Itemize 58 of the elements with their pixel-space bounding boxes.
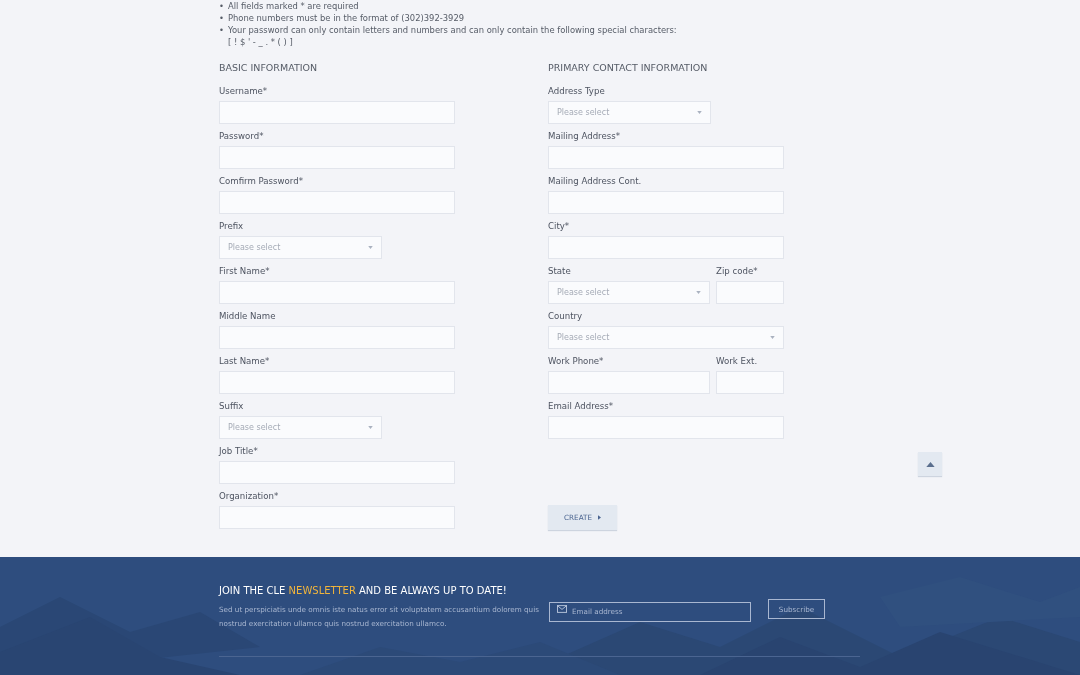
note-text: Phone numbers must be in the format of (302)392-3929 xyxy=(227,12,465,24)
caret-down-icon xyxy=(770,336,775,339)
field-label: Username* xyxy=(219,85,269,98)
section-heading: BASIC INFORMATION xyxy=(219,61,319,75)
field-label: City* xyxy=(548,220,571,233)
input-field[interactable] xyxy=(219,326,455,349)
field-label: Organization* xyxy=(219,490,280,503)
input-field[interactable] xyxy=(219,101,455,124)
bullet: • xyxy=(219,24,224,36)
bullet: • xyxy=(219,0,224,12)
select-field[interactable]: Please select xyxy=(219,236,382,259)
field-label: State xyxy=(548,265,572,278)
caret-up-icon xyxy=(925,461,935,467)
field-label: Last Name* xyxy=(219,355,271,368)
field-label: Middle Name xyxy=(219,310,277,323)
field-label: Country xyxy=(548,310,584,323)
caret-down-icon xyxy=(368,246,373,249)
envelope-icon xyxy=(557,605,567,613)
input-field[interactable] xyxy=(219,146,455,169)
input-field[interactable] xyxy=(219,281,455,304)
field-label: Work Phone* xyxy=(548,355,605,368)
select-field[interactable]: Please select xyxy=(548,281,710,304)
field-label: Job Title* xyxy=(219,445,259,458)
field-label: Mailing Address Cont. xyxy=(548,175,643,188)
input-field[interactable] xyxy=(716,371,784,394)
input-field[interactable] xyxy=(548,236,784,259)
select-field[interactable]: Please select xyxy=(548,326,784,349)
select-field[interactable]: Please select xyxy=(548,101,711,124)
caret-right-icon xyxy=(597,515,601,520)
input-field[interactable] xyxy=(219,461,455,484)
field-label: Work Ext. xyxy=(716,355,759,368)
scroll-top-button[interactable] xyxy=(918,452,942,476)
input-field[interactable] xyxy=(219,506,455,529)
input-field[interactable] xyxy=(219,371,455,394)
field-label: First Name* xyxy=(219,265,271,278)
field-label: Mailing Address* xyxy=(548,130,621,143)
input-field[interactable] xyxy=(548,146,784,169)
input-field[interactable] xyxy=(548,371,710,394)
caret-down-icon xyxy=(368,426,373,429)
field-label: Comfirm Password* xyxy=(219,175,304,188)
select-field[interactable]: Please select xyxy=(219,416,382,439)
input-field[interactable] xyxy=(716,281,784,304)
caret-down-icon xyxy=(696,291,701,294)
bullet: • xyxy=(219,12,224,24)
input-field[interactable] xyxy=(548,191,784,214)
field-label: Zip code* xyxy=(716,265,759,278)
note-text: All fields marked * are required xyxy=(227,0,359,12)
note-text: Your password can only contain letters and numbers and can only contain the following special characters: [ ! $ ' - _ . * ( ) ] xyxy=(227,24,677,48)
input-field[interactable] xyxy=(548,416,784,439)
field-label: Suffix xyxy=(219,400,245,413)
section-heading: PRIMARY CONTACT INFORMATION xyxy=(548,61,709,75)
field-label: Email Address* xyxy=(548,400,615,413)
input-field[interactable] xyxy=(219,191,455,214)
caret-down-icon xyxy=(697,111,702,114)
field-label: Prefix xyxy=(219,220,245,233)
field-label: Address Type xyxy=(548,85,606,98)
newsletter-title: JOIN THE CLE NEWSLETTER AND BE ALWAYS UP TO DATE! xyxy=(219,584,508,598)
field-label: Password* xyxy=(219,130,265,143)
